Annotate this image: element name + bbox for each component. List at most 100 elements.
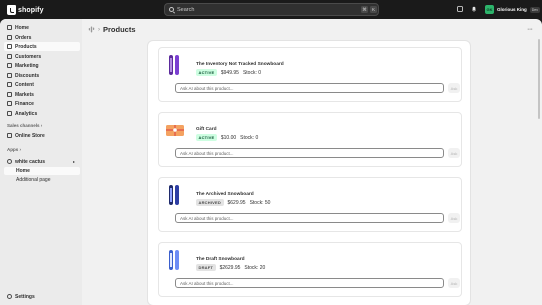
- shopify-logo[interactable]: shopify: [7, 4, 44, 16]
- ask-ai-input[interactable]: Ask AI about this product...: [175, 213, 444, 223]
- product-card: Gift Card ACTIVE $10.00 Stock: 0 Ask AI …: [158, 112, 462, 167]
- sidebar-item-label: Products: [15, 43, 37, 50]
- sales-channels-heading[interactable]: Sales channels ›: [7, 123, 42, 128]
- sidebar-item-markets[interactable]: Markets: [4, 90, 80, 99]
- page-title: Products: [103, 25, 136, 34]
- search-icon: [169, 7, 174, 12]
- sidebar-item-label: Orders: [15, 34, 32, 41]
- sidebar-item-label: Discounts: [15, 72, 40, 79]
- sidebar-item-home[interactable]: Home: [4, 23, 80, 32]
- content-icon: [7, 82, 12, 87]
- gear-icon: [7, 294, 12, 299]
- product-price: $949.95: [220, 69, 239, 76]
- k-key: K: [370, 6, 377, 13]
- product-title[interactable]: Gift Card: [196, 127, 217, 132]
- sidebar-item-label: Marketing: [15, 62, 39, 69]
- more-actions-button[interactable]: ···: [527, 26, 533, 33]
- sidebar-item-label: white cactus: [15, 158, 46, 165]
- product-price: $629.95: [227, 199, 246, 206]
- bell-icon[interactable]: [471, 6, 477, 12]
- product-stock: Stock: 0: [240, 134, 259, 141]
- search-placeholder: Search: [177, 6, 195, 13]
- status-badge: ARCHIVED: [196, 199, 224, 206]
- ask-button[interactable]: Ask: [448, 278, 460, 288]
- pin-icon[interactable]: ▸: [73, 159, 75, 164]
- snowboard-thumbnail[interactable]: [164, 249, 186, 271]
- sidebar-subitem-label: Home: [16, 168, 30, 174]
- sidebar-item-white-cactus[interactable]: white cactus ▸: [4, 157, 80, 166]
- sidebar-subitem-label: Additional page: [16, 177, 51, 183]
- target-icon: [7, 63, 12, 68]
- ask-ai-input[interactable]: Ask AI about this product...: [175, 83, 444, 93]
- sidebar-item-label: Analytics: [15, 110, 38, 117]
- search-input[interactable]: Search ⌘ K: [164, 3, 379, 16]
- sales-channels-label: Sales channels: [7, 123, 40, 128]
- apps-heading[interactable]: Apps ›: [7, 147, 21, 152]
- ask-button[interactable]: Ask: [448, 83, 460, 93]
- page-header: › Products: [88, 25, 136, 34]
- sidebar-item-customers[interactable]: Customers: [4, 52, 80, 61]
- breadcrumb-separator: ›: [98, 26, 100, 33]
- ask-button[interactable]: Ask: [448, 213, 460, 223]
- status-badge: ACTIVE: [196, 69, 217, 76]
- store-name: Glorious King: [497, 7, 527, 12]
- sidebar-item-content[interactable]: Content: [4, 80, 80, 89]
- snowboard-thumbnail[interactable]: [164, 184, 186, 206]
- ask-button[interactable]: Ask: [448, 148, 460, 158]
- product-card: The Archived Snowboard ARCHIVED $629.95 …: [158, 177, 462, 232]
- snowboard-thumbnail[interactable]: [164, 54, 186, 76]
- scrollbar[interactable]: [538, 39, 540, 119]
- sidebar-item-discounts[interactable]: Discounts: [4, 71, 80, 80]
- cactus-app-icon[interactable]: [88, 26, 95, 33]
- product-stock: Stock: 0: [242, 69, 262, 76]
- sidebar-item-label: Home: [15, 24, 29, 31]
- app-icon: [7, 159, 12, 164]
- product-meta: ACTIVE $10.00 Stock: 0: [196, 134, 258, 141]
- sidebar-item-finance[interactable]: Finance: [4, 99, 80, 108]
- home-icon: [7, 25, 12, 30]
- sidebar-item-settings[interactable]: Settings: [4, 292, 80, 301]
- shopify-bag-icon: [7, 5, 16, 15]
- sidebar-subitem-additional-page[interactable]: Additional page: [4, 176, 80, 184]
- code-icon[interactable]: [457, 6, 463, 12]
- orders-icon: [7, 35, 12, 40]
- sidebar-item-label: Settings: [15, 293, 35, 300]
- dev-badge: Dev: [529, 6, 540, 13]
- chart-icon: [7, 111, 12, 116]
- tag-icon: [7, 44, 12, 49]
- product-title[interactable]: The Archived Snowboard: [196, 192, 254, 197]
- product-meta: ACTIVE $949.95 Stock: 0: [196, 69, 261, 76]
- status-badge: ACTIVE: [196, 134, 217, 141]
- sidebar-item-label: Markets: [15, 91, 34, 98]
- ask-ai-input[interactable]: Ask AI about this product...: [175, 148, 444, 158]
- product-price: $10.00: [220, 134, 237, 141]
- product-meta: DRAFT $2629.95 Stock: 20: [196, 264, 265, 271]
- product-title[interactable]: The Draft Snowboard: [196, 257, 245, 262]
- product-title[interactable]: The Inventory Not Tracked Snowboard: [196, 62, 284, 67]
- sidebar-item-label: Finance: [15, 100, 34, 107]
- sidebar-item-orders[interactable]: Orders: [4, 33, 80, 42]
- product-card: The Draft Snowboard DRAFT $2629.95 Stock…: [158, 242, 462, 297]
- bank-icon: [7, 101, 12, 106]
- gift-card-thumbnail[interactable]: [164, 119, 186, 141]
- sidebar-item-online-store[interactable]: Online Store: [4, 131, 80, 140]
- sidebar-subitem-home[interactable]: Home: [4, 167, 80, 175]
- sidebar-item-label: Online Store: [15, 132, 45, 139]
- brand-name: shopify: [18, 6, 44, 14]
- top-bar: shopify Search ⌘ K GK Glorious King Dev: [0, 0, 542, 19]
- store-menu[interactable]: GK Glorious King Dev: [485, 4, 540, 15]
- sidebar-item-analytics[interactable]: Analytics: [4, 109, 80, 118]
- sidebar-item-label: Content: [15, 81, 34, 88]
- ask-ai-input[interactable]: Ask AI about this product...: [175, 278, 444, 288]
- product-stock: Stock: 20: [244, 264, 266, 271]
- command-key: ⌘: [361, 6, 368, 13]
- sidebar-item-marketing[interactable]: Marketing: [4, 61, 80, 70]
- globe-icon: [7, 92, 12, 97]
- store-avatar: GK: [485, 5, 494, 14]
- person-icon: [7, 54, 12, 59]
- sidebar: Home Orders Products Customers Marketing…: [0, 19, 82, 305]
- admin-frame: Home Orders Products Customers Marketing…: [0, 19, 542, 305]
- storefront-icon: [7, 133, 12, 138]
- sidebar-item-products[interactable]: Products: [4, 42, 80, 51]
- apps-label: Apps: [7, 147, 19, 152]
